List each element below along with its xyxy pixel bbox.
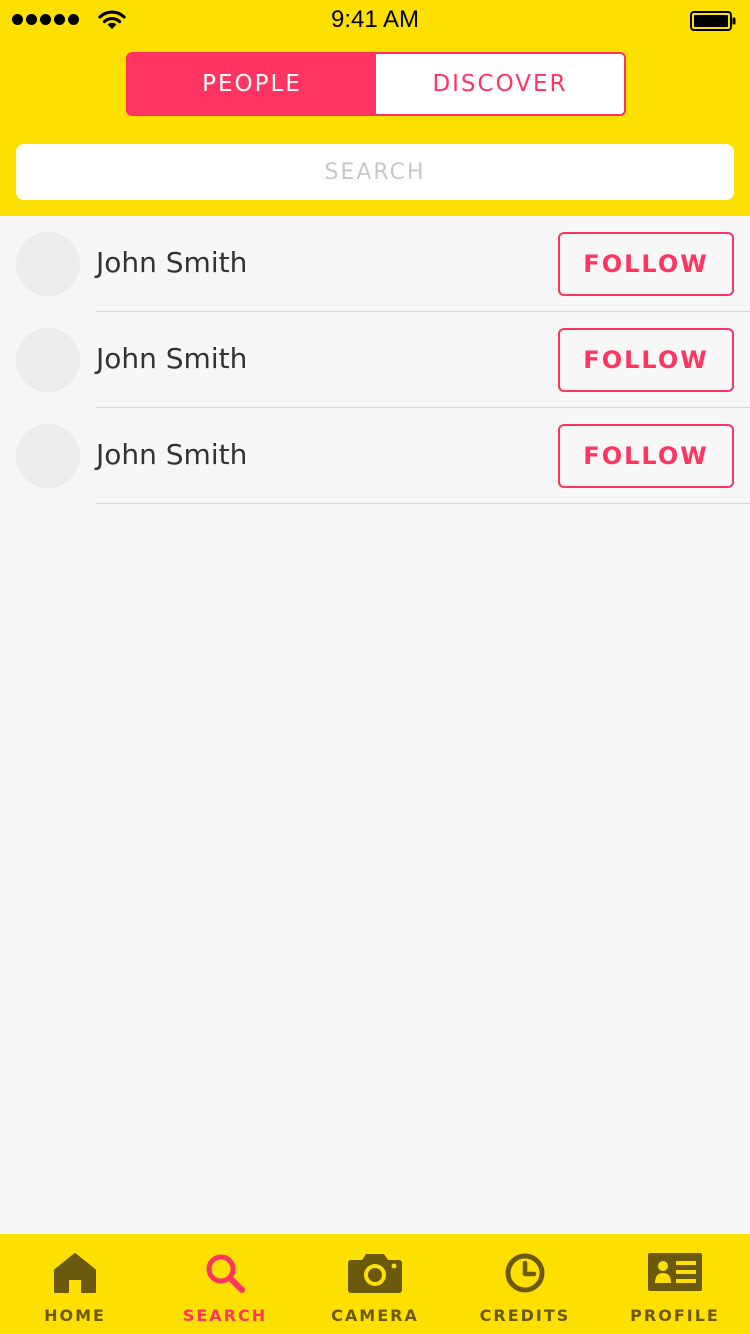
tab-camera-label: CAMERA <box>331 1306 419 1325</box>
person-name[interactable]: John Smith <box>96 438 247 471</box>
list-item: John Smith FOLLOW <box>0 216 750 312</box>
person-name[interactable]: John Smith <box>96 246 247 279</box>
people-list: John Smith FOLLOW John Smith FOLLOW John… <box>0 216 750 504</box>
search-icon <box>206 1254 245 1293</box>
tab-credits-label: CREDITS <box>479 1306 571 1325</box>
tab-search[interactable]: SEARCH <box>150 1234 300 1334</box>
id-card-icon <box>648 1253 702 1291</box>
status-time: 9:41 AM <box>330 6 420 33</box>
tab-profile[interactable]: PROFILE <box>600 1234 750 1334</box>
search-input[interactable] <box>16 144 734 200</box>
tab-profile-label: PROFILE <box>630 1306 720 1325</box>
avatar[interactable] <box>16 424 80 488</box>
tab-discover[interactable]: DISCOVER <box>376 54 624 114</box>
status-bar: 9:41 AM <box>0 0 750 40</box>
tab-home[interactable]: HOME <box>0 1234 150 1334</box>
avatar[interactable] <box>16 232 80 296</box>
battery-icon <box>690 11 736 31</box>
tab-bar: HOME SEARCH CAMERA CREDITS PROFILE <box>0 1234 750 1334</box>
header: 9:41 AM PEOPLE DISCOVER <box>0 0 750 216</box>
follow-button[interactable]: FOLLOW <box>558 424 734 488</box>
divider <box>96 503 750 504</box>
segmented-control: PEOPLE DISCOVER <box>126 52 626 116</box>
follow-button[interactable]: FOLLOW <box>558 232 734 296</box>
tab-home-label: HOME <box>44 1306 106 1325</box>
home-icon <box>54 1253 96 1293</box>
tab-credits[interactable]: CREDITS <box>450 1234 600 1334</box>
list-item: John Smith FOLLOW <box>0 408 750 504</box>
camera-icon <box>348 1254 402 1293</box>
avatar[interactable] <box>16 328 80 392</box>
list-item: John Smith FOLLOW <box>0 312 750 408</box>
follow-button[interactable]: FOLLOW <box>558 328 734 392</box>
tab-camera[interactable]: CAMERA <box>300 1234 450 1334</box>
clock-icon <box>505 1253 545 1293</box>
tab-search-label: SEARCH <box>182 1306 268 1325</box>
person-name[interactable]: John Smith <box>96 342 247 375</box>
tab-people[interactable]: PEOPLE <box>128 54 376 114</box>
